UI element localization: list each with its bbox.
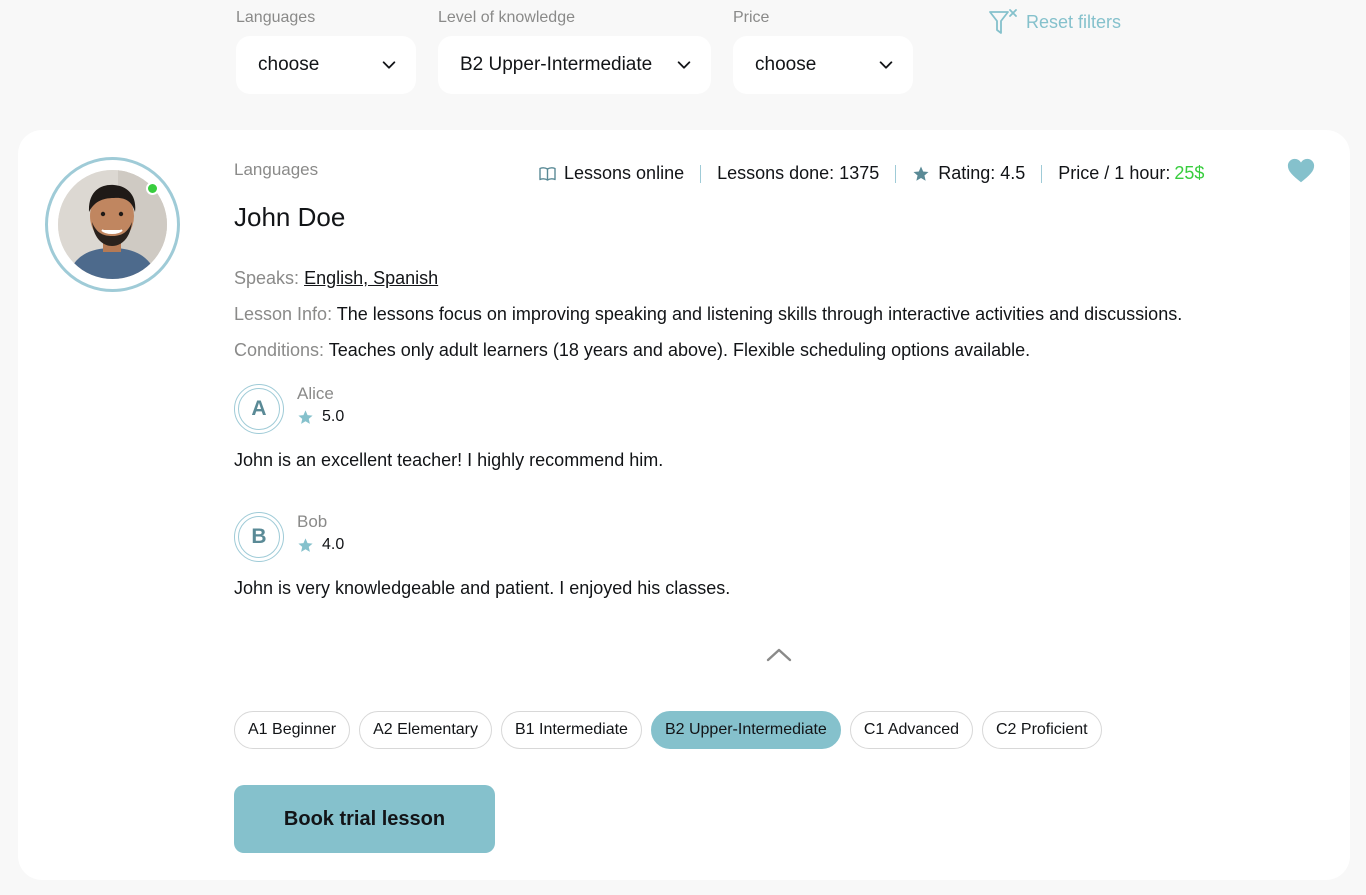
reviewer-avatar: A bbox=[234, 384, 284, 434]
stats-divider bbox=[700, 164, 702, 183]
teacher-avatar-frame bbox=[45, 157, 180, 292]
price-select[interactable]: choose bbox=[733, 36, 913, 94]
stat-lessons-online-label: Lessons online bbox=[564, 163, 685, 183]
teacher-stats: Lessons online Lessons done: 1375 Rating… bbox=[539, 163, 1204, 184]
languages-filter: Languages choose bbox=[236, 8, 416, 94]
stat-lessons-done-label: Lessons done: 1375 bbox=[717, 163, 880, 183]
filter-x-icon bbox=[989, 9, 1017, 34]
stat-lessons-online: Lessons online bbox=[539, 163, 684, 184]
stat-price-label: Price / 1 hour: bbox=[1058, 163, 1171, 183]
level-tag-b1[interactable]: B1 Intermediate bbox=[501, 711, 642, 749]
reviewer-initial: A bbox=[238, 388, 280, 430]
chevron-up-icon[interactable] bbox=[764, 644, 794, 666]
level-select[interactable]: B2 Upper-Intermediate bbox=[438, 36, 711, 94]
speaks-label: Speaks: bbox=[234, 268, 300, 288]
price-filter-label: Price bbox=[733, 9, 770, 26]
lesson-info-label: Lesson Info: bbox=[234, 304, 333, 324]
chevron-down-icon bbox=[879, 61, 893, 69]
level-select-value: B2 Upper-Intermediate bbox=[460, 54, 653, 75]
stat-price-value: 25$ bbox=[1174, 163, 1205, 183]
level-tags: A1 Beginner A2 Elementary B1 Intermediat… bbox=[234, 711, 1111, 749]
star-icon bbox=[298, 537, 313, 552]
stat-price: Price / 1 hour: 25$ bbox=[1058, 163, 1204, 184]
reviewer-rating: 5.0 bbox=[297, 408, 344, 426]
stats-divider bbox=[1041, 164, 1043, 183]
conditions-value: Teaches only adult learners (18 years an… bbox=[328, 340, 1031, 360]
chevron-down-icon bbox=[382, 61, 396, 69]
reviewer-name: Bob bbox=[297, 512, 328, 531]
reviewer-name: Alice bbox=[297, 384, 334, 403]
price-filter: Price choose bbox=[733, 8, 913, 94]
conditions-row: Conditions: Teaches only adult learners … bbox=[234, 340, 1030, 361]
lesson-info-value: The lessons focus on improving speaking … bbox=[336, 304, 1183, 324]
teacher-card: Languages John Doe Lessons online Lesson… bbox=[18, 130, 1350, 880]
reset-filters-button[interactable]: Reset filters bbox=[988, 6, 1121, 38]
reset-filters-label: Reset filters bbox=[1026, 11, 1122, 32]
reviewer-rating: 4.0 bbox=[297, 536, 344, 554]
book-open-icon bbox=[539, 166, 556, 181]
level-tag-c2[interactable]: C2 Proficient bbox=[982, 711, 1102, 749]
price-select-value: choose bbox=[755, 54, 817, 75]
level-filter-label: Level of knowledge bbox=[438, 9, 575, 26]
teacher-eyebrow: Languages bbox=[234, 160, 319, 179]
reviewer-avatar: B bbox=[234, 512, 284, 562]
star-icon bbox=[913, 166, 929, 181]
heart-icon[interactable] bbox=[1286, 156, 1316, 186]
languages-select[interactable]: choose bbox=[236, 36, 416, 94]
speaks-value-link[interactable]: English, Spanish bbox=[304, 268, 438, 288]
chevron-down-icon bbox=[677, 61, 691, 69]
stat-rating: Rating: 4.5 bbox=[912, 163, 1025, 184]
level-tag-a2[interactable]: A2 Elementary bbox=[359, 711, 492, 749]
lesson-info-row: Lesson Info: The lessons focus on improv… bbox=[234, 304, 1182, 325]
star-icon bbox=[298, 409, 313, 424]
languages-filter-label: Languages bbox=[236, 9, 316, 26]
languages-select-value: choose bbox=[258, 54, 320, 75]
stats-divider bbox=[895, 164, 897, 183]
review-text: John is an excellent teacher! I highly r… bbox=[234, 450, 664, 470]
stat-lessons-done: Lessons done: 1375 bbox=[717, 163, 879, 184]
filters-bar: Languages choose Level of knowledge B2 U… bbox=[0, 0, 1366, 110]
reviewer-initial: B bbox=[238, 516, 280, 558]
level-filter: Level of knowledge B2 Upper-Intermediate bbox=[438, 8, 711, 94]
review-text: John is very knowledgeable and patient. … bbox=[234, 578, 731, 598]
level-tag-b2[interactable]: B2 Upper-Intermediate bbox=[650, 711, 841, 749]
reviewer-rating-value: 4.0 bbox=[322, 536, 345, 553]
level-tag-a1[interactable]: A1 Beginner bbox=[234, 711, 351, 749]
book-trial-lesson-button[interactable]: Book trial lesson bbox=[234, 785, 495, 853]
conditions-label: Conditions: bbox=[234, 340, 325, 360]
stat-rating-label: Rating: 4.5 bbox=[938, 163, 1026, 183]
level-tag-c1[interactable]: C1 Advanced bbox=[849, 711, 973, 749]
reviewer-rating-value: 5.0 bbox=[322, 408, 345, 425]
teacher-name: John Doe bbox=[234, 202, 346, 232]
online-status-indicator bbox=[146, 182, 159, 195]
speaks-row: Speaks: English, Spanish bbox=[234, 268, 438, 289]
